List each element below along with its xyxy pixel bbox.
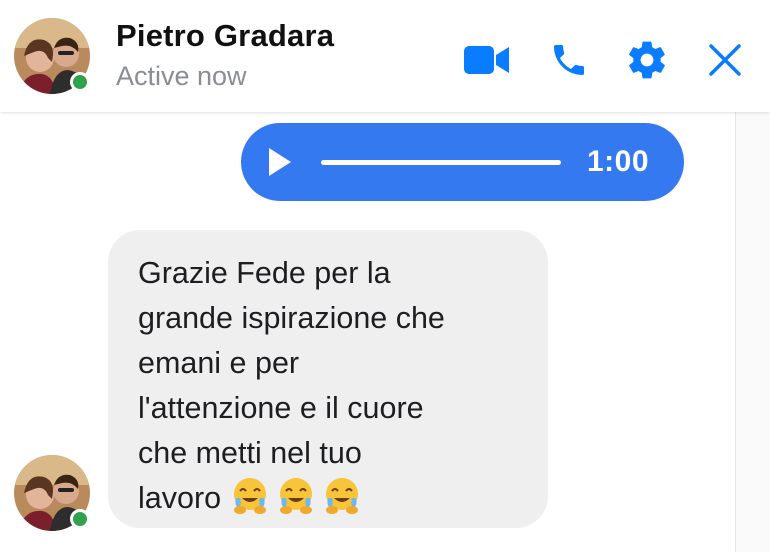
tears-of-joy-hug-emoji	[325, 478, 358, 514]
close-chat-button[interactable]	[700, 38, 750, 82]
online-status-dot	[70, 72, 90, 92]
online-status-dot	[70, 509, 90, 529]
video-call-button[interactable]	[462, 38, 512, 82]
active-status-label: Active now	[116, 61, 247, 91]
audio-duration: 1:00	[587, 145, 650, 178]
video-camera-icon	[464, 46, 509, 74]
scrollbar[interactable]	[735, 112, 770, 552]
audio-message-bubble[interactable]: 1:00	[241, 123, 684, 201]
sender-avatar[interactable]	[14, 455, 90, 531]
emoji-row	[221, 478, 367, 515]
settings-button[interactable]	[622, 38, 672, 82]
play-icon	[269, 148, 291, 176]
text-message-bubble[interactable]: Grazie Fede per la grande ispirazione ch…	[108, 230, 548, 528]
chat-header: Pietro Gradara Active now	[0, 0, 770, 112]
audio-progress-track[interactable]	[321, 160, 561, 165]
play-button[interactable]	[263, 145, 297, 179]
gear-icon	[629, 41, 665, 79]
voice-call-button[interactable]	[544, 38, 594, 82]
message-text: Grazie Fede per la grande ispirazione ch…	[138, 251, 538, 521]
contact-avatar[interactable]	[14, 18, 90, 94]
contact-name[interactable]: Pietro Gradara	[116, 18, 334, 54]
close-icon	[709, 44, 741, 76]
phone-icon	[554, 45, 584, 75]
tears-of-joy-hug-emoji	[233, 478, 266, 514]
tears-of-joy-hug-emoji	[279, 478, 312, 514]
